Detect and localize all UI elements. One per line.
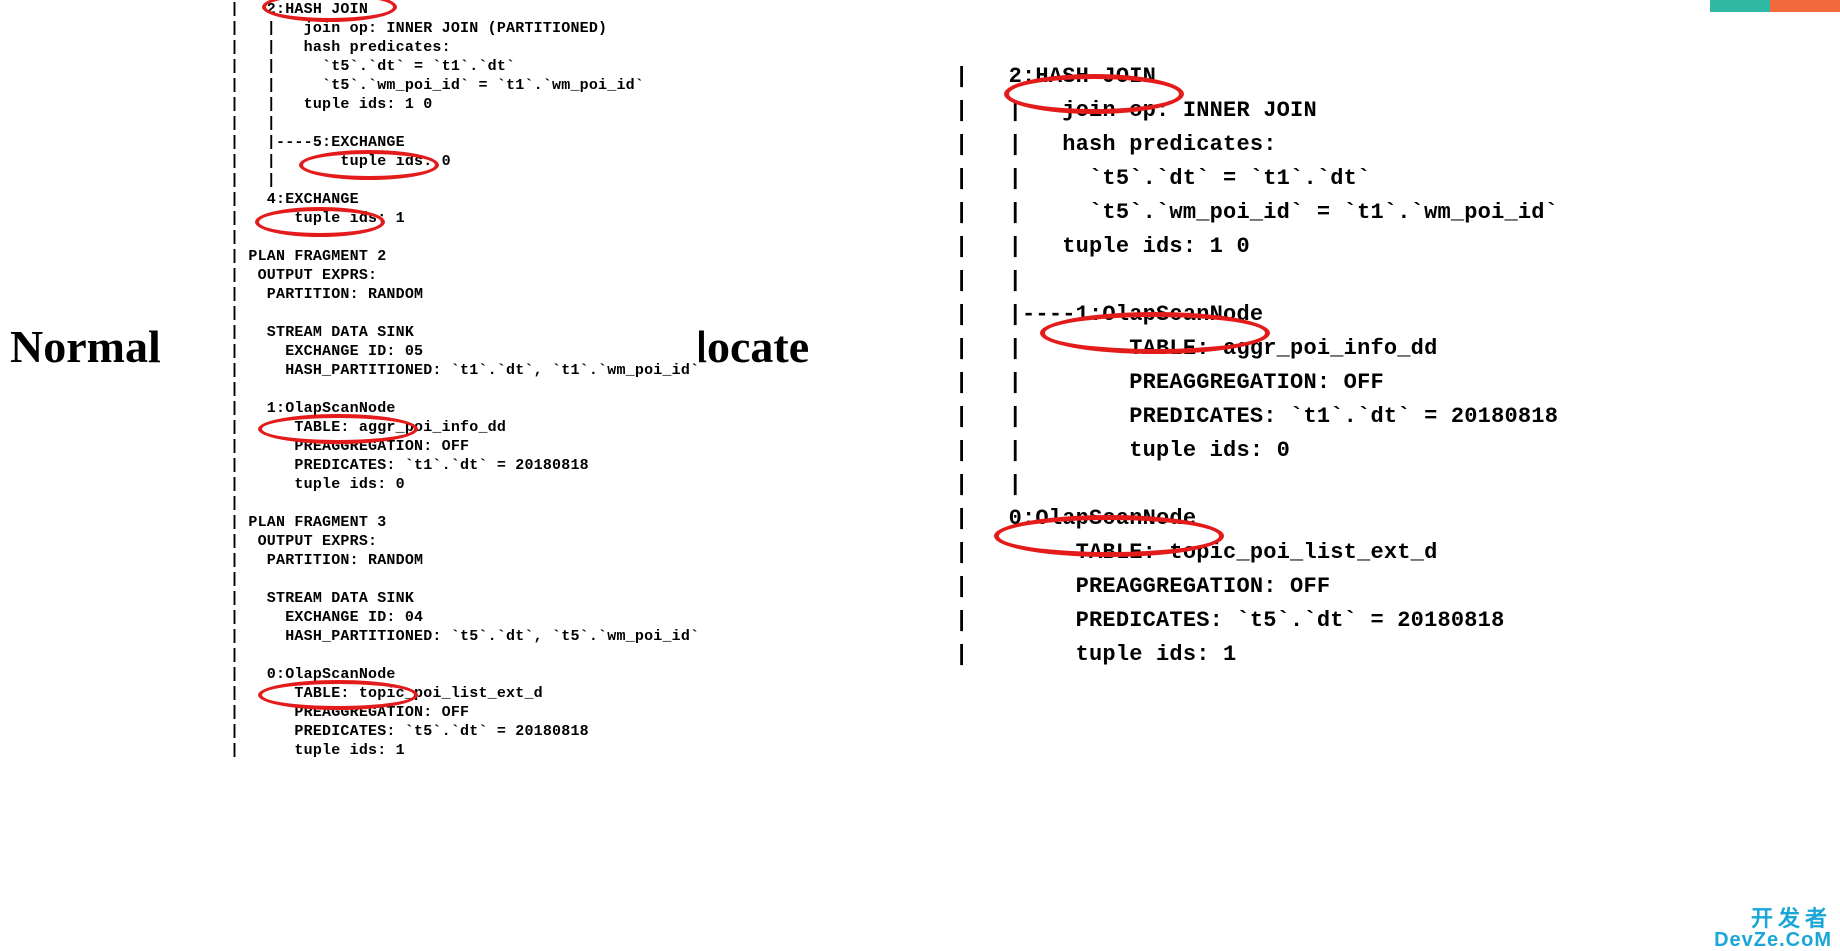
tab-orange <box>1770 0 1840 12</box>
plan-line: | PREAGGREGATION: OFF <box>230 437 699 456</box>
plan-line: | TABLE: topic_poi_list_ext_d <box>230 684 699 703</box>
plan-line: | | join op: INNER JOIN <box>955 94 1558 128</box>
plan-line: | EXCHANGE ID: 04 <box>230 608 699 627</box>
plan-line: | | <box>230 114 699 133</box>
plan-line: | PREAGGREGATION: OFF <box>230 703 699 722</box>
plan-line: | <box>230 646 699 665</box>
plan-line: | <box>230 380 699 399</box>
plan-line: | 1:OlapScanNode <box>230 399 699 418</box>
normal-plan-block: | 2:HASH JOIN| | join op: INNER JOIN (PA… <box>230 0 699 760</box>
watermark-line2: DevZe.CoM <box>1714 930 1832 950</box>
plan-line: | PLAN FRAGMENT 2 <box>230 247 699 266</box>
plan-line: | PARTITION: RANDOM <box>230 285 699 304</box>
plan-line: | | `t5`.`wm_poi_id` = `t1`.`wm_poi_id` <box>230 76 699 95</box>
plan-line: | HASH_PARTITIONED: `t1`.`dt`, `t1`.`wm_… <box>230 361 699 380</box>
plan-line: | | tuple ids: 0 <box>230 152 699 171</box>
plan-line: | PREDICATES: `t5`.`dt` = 20180818 <box>230 722 699 741</box>
plan-line: | | `t5`.`dt` = `t1`.`dt` <box>955 162 1558 196</box>
plan-line: | PREDICATES: `t5`.`dt` = 20180818 <box>955 604 1558 638</box>
plan-line: | | <box>230 171 699 190</box>
plan-line: | PARTITION: RANDOM <box>230 551 699 570</box>
plan-line: | <box>230 494 699 513</box>
plan-line: | STREAM DATA SINK <box>230 323 699 342</box>
label-normal: Normal <box>10 320 161 373</box>
plan-line: | PREDICATES: `t1`.`dt` = 20180818 <box>230 456 699 475</box>
plan-line: | | <box>955 264 1558 298</box>
plan-line: | | `t5`.`wm_poi_id` = `t1`.`wm_poi_id` <box>955 196 1558 230</box>
plan-line: | <box>230 228 699 247</box>
top-tabs <box>1710 0 1840 12</box>
plan-line: | tuple ids: 1 <box>230 209 699 228</box>
plan-line: | STREAM DATA SINK <box>230 589 699 608</box>
watermark: 开发者 DevZe.CoM <box>1714 908 1832 950</box>
plan-line: | | tuple ids: 1 0 <box>230 95 699 114</box>
plan-line: | | join op: INNER JOIN (PARTITIONED) <box>230 19 699 38</box>
plan-line: | 4:EXCHANGE <box>230 190 699 209</box>
plan-line: | | PREDICATES: `t1`.`dt` = 20180818 <box>955 400 1558 434</box>
plan-line: | 2:HASH JOIN <box>230 0 699 19</box>
plan-line: | HASH_PARTITIONED: `t5`.`dt`, `t5`.`wm_… <box>230 627 699 646</box>
plan-line: | TABLE: topic_poi_list_ext_d <box>955 536 1558 570</box>
plan-line: | tuple ids: 1 <box>230 741 699 760</box>
plan-line: | |----5:EXCHANGE <box>230 133 699 152</box>
plan-line: | OUTPUT EXPRS: <box>230 266 699 285</box>
colocate-plan-block: | 2:HASH JOIN| | join op: INNER JOIN| | … <box>955 60 1558 672</box>
plan-line: | | tuple ids: 0 <box>955 434 1558 468</box>
plan-line: | EXCHANGE ID: 05 <box>230 342 699 361</box>
plan-line: | | hash predicates: <box>230 38 699 57</box>
tab-teal <box>1710 0 1770 12</box>
watermark-line1: 开发者 <box>1714 908 1832 930</box>
plan-line: | 0:OlapScanNode <box>230 665 699 684</box>
plan-line: | | TABLE: aggr_poi_info_dd <box>955 332 1558 366</box>
plan-line: | | <box>955 468 1558 502</box>
plan-line: | PREAGGREGATION: OFF <box>955 570 1558 604</box>
plan-line: | 0:OlapScanNode <box>955 502 1558 536</box>
plan-line: | | hash predicates: <box>955 128 1558 162</box>
plan-line: | | PREAGGREGATION: OFF <box>955 366 1558 400</box>
plan-line: | | tuple ids: 1 0 <box>955 230 1558 264</box>
plan-line: | <box>230 570 699 589</box>
plan-line: | <box>230 304 699 323</box>
plan-line: | PLAN FRAGMENT 3 <box>230 513 699 532</box>
plan-line: | TABLE: aggr_poi_info_dd <box>230 418 699 437</box>
plan-line: | |----1:OlapScanNode <box>955 298 1558 332</box>
plan-line: | tuple ids: 1 <box>955 638 1558 672</box>
plan-line: | 2:HASH JOIN <box>955 60 1558 94</box>
plan-line: | | `t5`.`dt` = `t1`.`dt` <box>230 57 699 76</box>
plan-line: | tuple ids: 0 <box>230 475 699 494</box>
plan-line: | OUTPUT EXPRS: <box>230 532 699 551</box>
